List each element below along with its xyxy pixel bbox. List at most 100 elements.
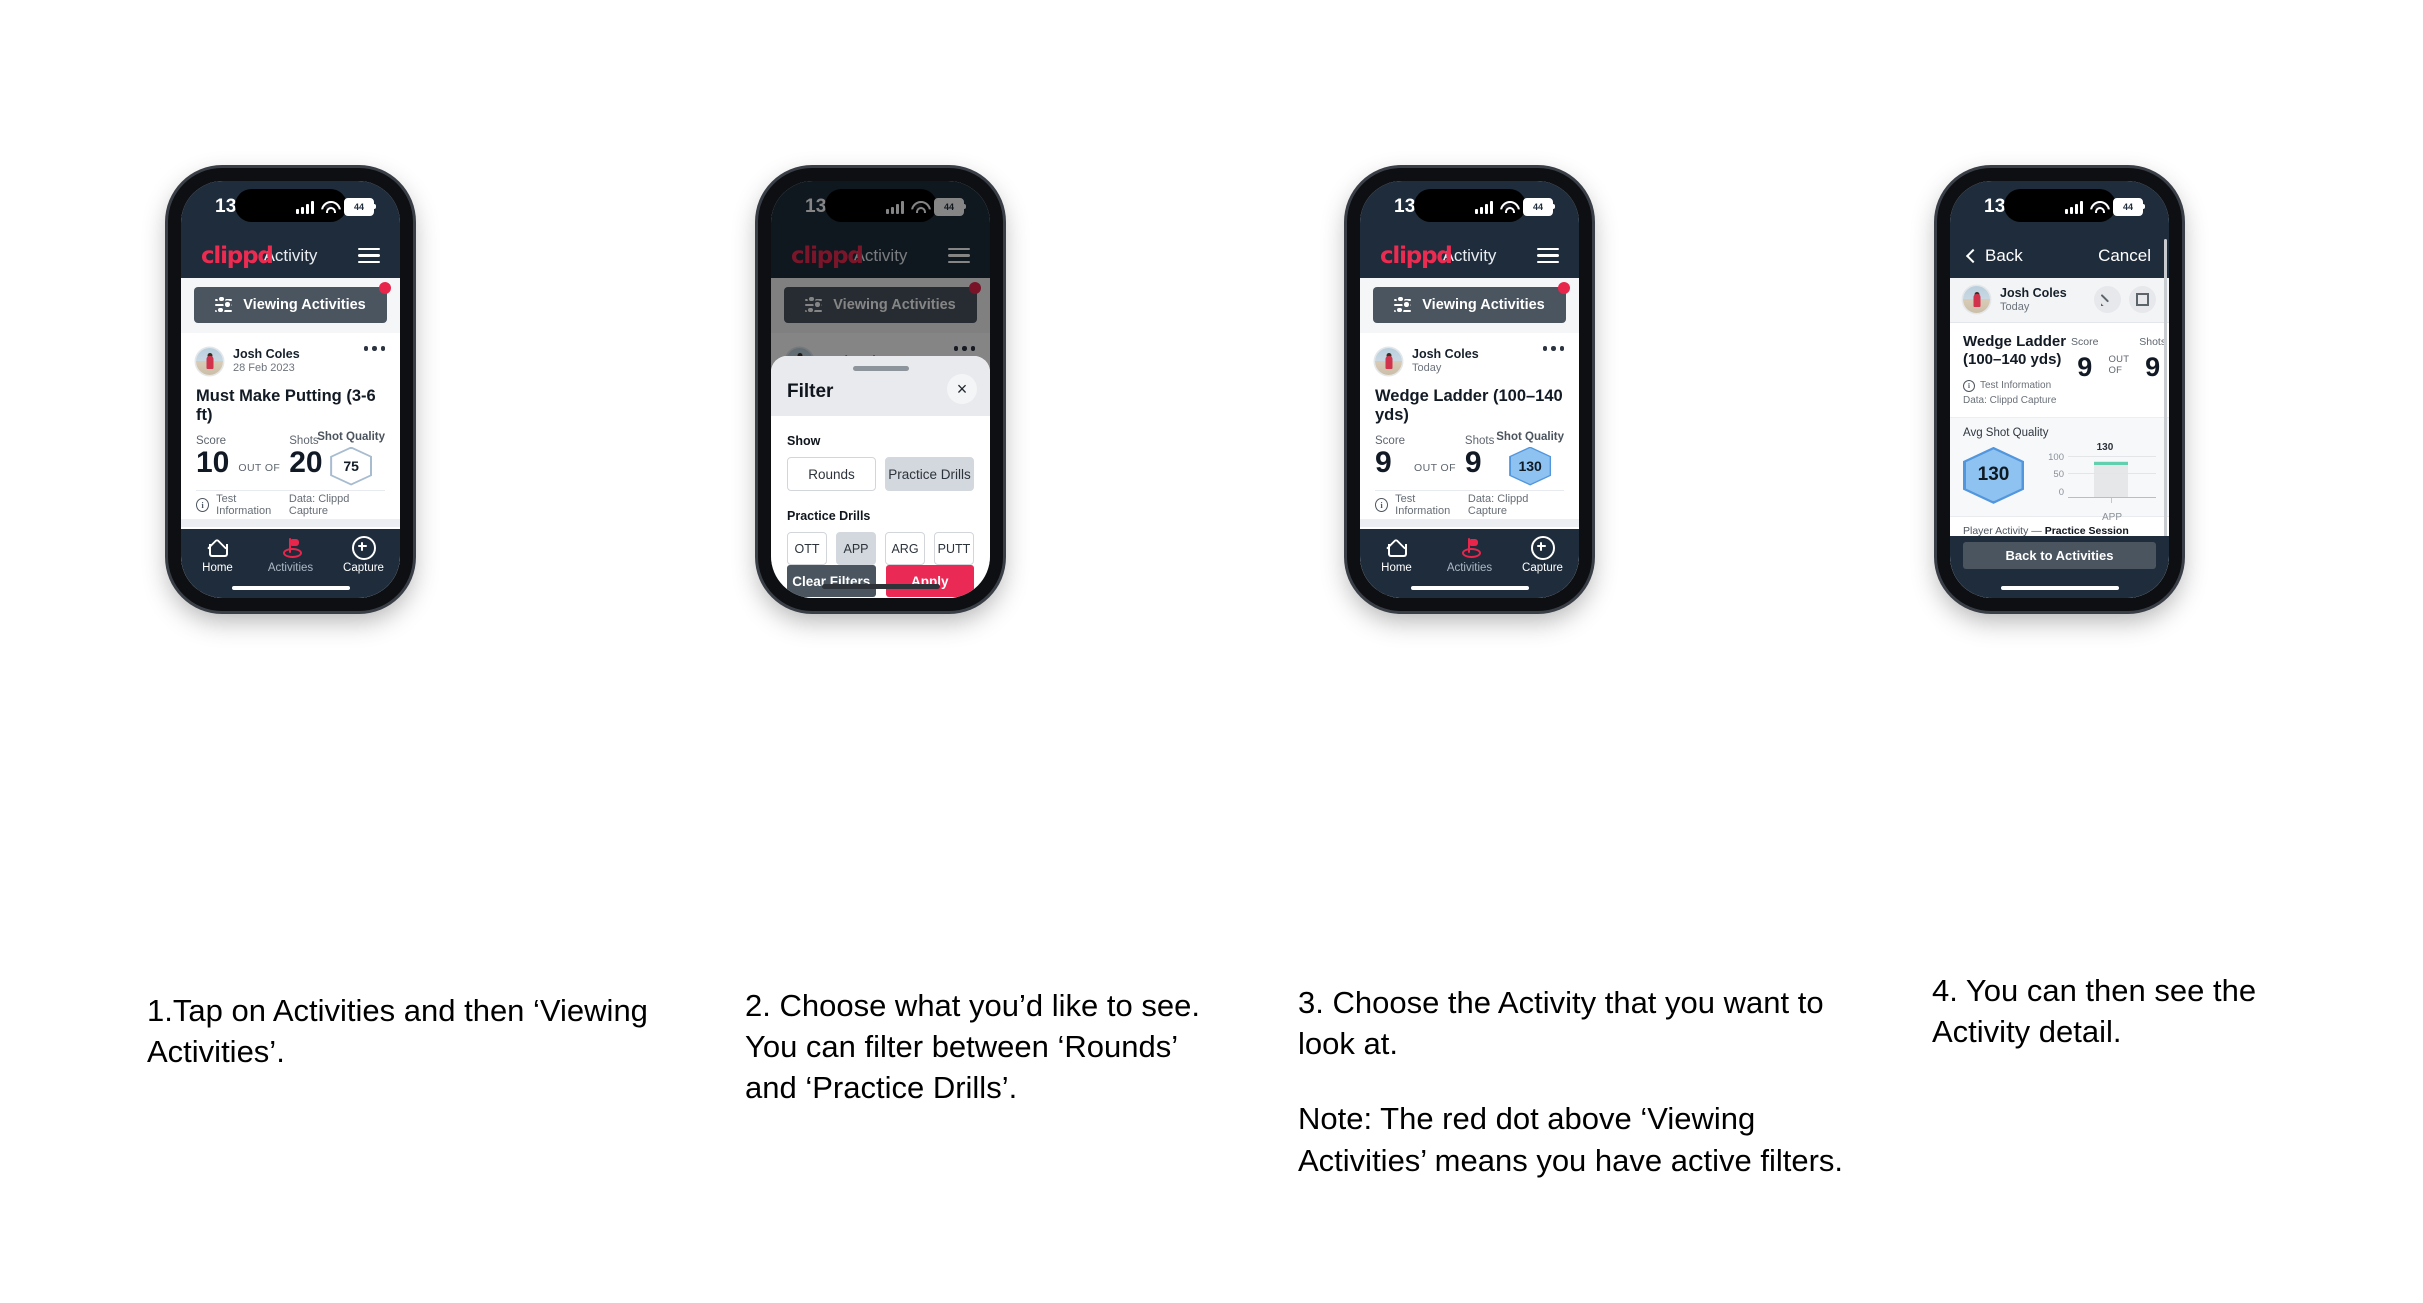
tab-activities-label: Activities <box>267 562 314 574</box>
golf-flag-icon <box>1460 537 1481 558</box>
show-option-rounds[interactable]: Rounds <box>787 457 876 491</box>
show-option-practice-drills[interactable]: Practice Drills <box>885 457 974 491</box>
detail-left: Wedge Ladder (100–140 yds) i Test Inform… <box>1963 333 2071 409</box>
drill-option-app[interactable]: APP <box>836 532 876 565</box>
tab-home[interactable]: Home <box>1360 537 1433 574</box>
shot-quality-value: 75 <box>332 448 371 484</box>
card-metrics: Score 9 OUT OF Shots 9 Shot Quality 130 <box>1375 427 1564 490</box>
vertical-scrollbar[interactable] <box>2164 239 2167 539</box>
tab-activities[interactable]: Activities <box>1433 537 1506 574</box>
shot-quality-metric: Shot Quality 130 <box>1496 431 1564 486</box>
close-icon[interactable]: × <box>947 374 977 404</box>
card-separator <box>1360 518 1579 527</box>
apply-button[interactable]: Apply <box>885 565 974 597</box>
viewing-activities-label: Viewing Activities <box>1422 297 1545 313</box>
shot-quality-label: Shot Quality <box>317 430 385 443</box>
back-to-activities-button[interactable]: Back to Activities <box>1963 542 2156 569</box>
drill-option-ott[interactable]: OTT <box>787 532 827 565</box>
caption-step-3: 3. Choose the Activity that you want to … <box>1298 982 1843 1181</box>
phone-1-screen: 13:20 44 clippd Activity Viewing Activit… <box>181 181 400 598</box>
phone-3-frame: 13:20 44 clippd Activity Viewing Activit… <box>1347 168 1592 611</box>
tab-activities[interactable]: Activities <box>254 537 327 574</box>
detail-scores: Score 9 OUT OF Shots 9 <box>2071 333 2166 381</box>
fullscreen-button[interactable] <box>2129 286 2156 314</box>
drag-handle[interactable] <box>852 366 909 371</box>
back-button[interactable]: Back <box>1965 246 2023 266</box>
shots-metric: Shots 9 <box>1465 435 1494 478</box>
shot-quality-hexagon: 130 <box>1509 446 1552 486</box>
cancel-button[interactable]: Cancel <box>2098 246 2151 266</box>
app-header: clippd Activity <box>181 233 400 278</box>
tab-activities-label: Activities <box>1446 562 1493 574</box>
test-information[interactable]: i Test Information <box>196 493 289 517</box>
activity-date: 28 Feb 2023 <box>233 361 295 374</box>
detail-actions <box>2094 286 2156 314</box>
cellular-signal-icon <box>2065 200 2083 214</box>
drill-option-putt[interactable]: PUTT <box>934 532 974 565</box>
caption-step-4-text: 4. You can then see the Activity detail. <box>1932 973 2257 1050</box>
edit-button[interactable] <box>2094 286 2121 314</box>
shots-metric: Shots 9 <box>2139 336 2166 381</box>
mini-gridline <box>2068 473 2156 475</box>
mini-chart-bar-cap <box>2094 462 2128 466</box>
card-user: Josh Coles Today <box>1412 347 1479 375</box>
mini-chart-y-axis: 100 50 0 <box>2040 452 2066 498</box>
activity-card[interactable]: Josh Coles Today Wedge Ladder (100–140 y… <box>1360 333 1579 519</box>
card-user: Josh Coles 28 Feb 2023 <box>233 347 300 375</box>
pencil-icon <box>2101 293 2114 306</box>
shot-quality-label: Shot Quality <box>1496 430 1564 443</box>
drill-option-arg[interactable]: ARG <box>885 532 925 565</box>
status-bar: 13:21 44 <box>1950 181 2169 233</box>
activity-title: Must Make Putting (3-6 ft) <box>196 387 376 424</box>
avatar <box>1963 286 1990 314</box>
mini-chart-bar <box>2094 461 2128 498</box>
avg-shot-quality-value: 130 <box>1965 449 2022 502</box>
clear-filters-button[interactable]: Clear Filters <box>787 565 876 597</box>
caption-step-4: 4. You can then see the Activity detail. <box>1932 970 2272 1052</box>
bottom-tab-bar: Home Activities Capture <box>181 529 400 598</box>
out-of-label: OUT OF <box>2108 354 2130 377</box>
filter-sheet-footer: Clear Filters Apply <box>771 565 990 598</box>
plus-circle-icon <box>1530 535 1555 560</box>
battery-level: 44 <box>346 200 372 214</box>
tab-capture-label: Capture <box>343 562 384 574</box>
home-indicator <box>231 585 350 590</box>
mini-chart-x-tick <box>2111 498 2113 504</box>
more-options-icon[interactable] <box>363 346 385 351</box>
battery-icon: 44 <box>344 198 376 216</box>
battery-level: 44 <box>2115 200 2141 214</box>
card-footer: i Test Information Data: Clippd Capture <box>196 489 385 519</box>
avg-shot-quality-section: Avg Shot Quality 130 130 100 50 0 APP <box>1950 417 2169 523</box>
phone-2-screen: 13:21 44 clippd Activity Viewing Activit… <box>771 181 990 598</box>
more-options-icon[interactable] <box>1542 346 1564 351</box>
detail-user: Josh Coles Today <box>2000 286 2067 314</box>
viewing-activities-label: Viewing Activities <box>243 297 366 313</box>
card-header: Josh Coles 28 Feb 2023 <box>196 344 385 378</box>
shot-quality-metric: Shot Quality 75 <box>317 431 385 486</box>
tab-capture[interactable]: Capture <box>327 535 400 574</box>
info-icon: i <box>196 497 210 512</box>
tab-home-label: Home <box>202 562 233 574</box>
tab-capture[interactable]: Capture <box>1506 535 1579 574</box>
status-indicators: 44 <box>296 198 376 216</box>
viewing-activities-button[interactable]: Viewing Activities <box>194 287 387 323</box>
score-metric: Score 9 <box>1375 435 1405 478</box>
test-information[interactable]: i Test Information <box>1963 378 2071 393</box>
battery-icon: 44 <box>2113 198 2145 216</box>
plus-circle-icon <box>351 535 376 560</box>
mini-ytick-50: 50 <box>2053 469 2064 481</box>
viewing-activities-button[interactable]: Viewing Activities <box>1373 287 1566 323</box>
mini-chart-plot <box>2068 456 2156 504</box>
menu-icon[interactable] <box>1537 247 1559 264</box>
active-filter-dot <box>379 282 391 294</box>
test-information-label: Test Information <box>1980 380 2052 392</box>
activity-card[interactable]: Josh Coles 28 Feb 2023 Must Make Putting… <box>181 333 400 519</box>
score-value: 9 <box>1375 446 1392 479</box>
menu-icon[interactable] <box>358 247 380 264</box>
test-information[interactable]: i Test Information <box>1375 493 1468 517</box>
card-header: Josh Coles Today <box>1375 344 1564 378</box>
data-source-label: Data: Clippd Capture <box>288 492 350 517</box>
caption-step-2: 2. Choose what you’d like to see. You ca… <box>745 985 1225 1109</box>
tab-home[interactable]: Home <box>181 537 254 574</box>
shot-quality-hexagon: 75 <box>330 446 373 486</box>
